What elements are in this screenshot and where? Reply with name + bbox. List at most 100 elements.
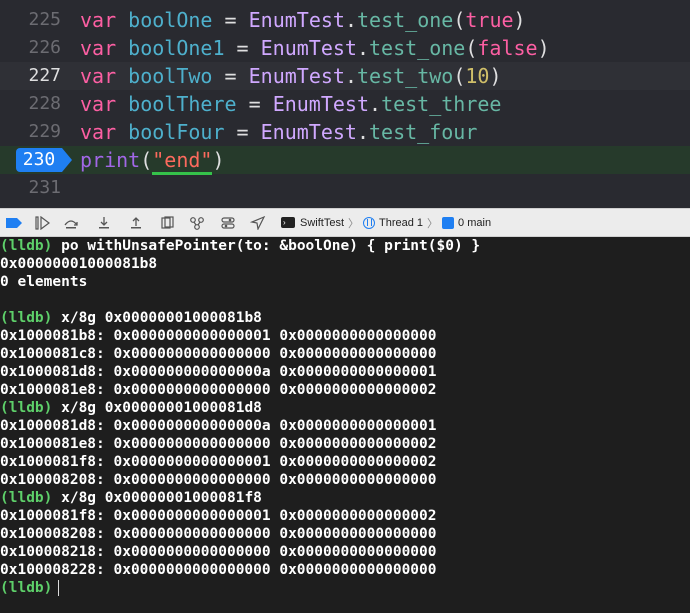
string-literal: "end" <box>152 148 213 175</box>
console-text: x/8g 0x00000001000081f8 <box>52 490 262 506</box>
paren-close: ) <box>513 8 526 32</box>
keyword-token: var <box>80 120 117 144</box>
member-name: test_one <box>369 36 466 60</box>
console-line: 0x1000081f8: 0x0000000000000001 0x000000… <box>0 507 437 525</box>
paren-open: ( <box>453 64 466 88</box>
console-text: 0x1000081e8: 0x0000000000000000 0x000000… <box>0 436 437 452</box>
keyword-token: var <box>80 92 117 116</box>
keyword-token: var <box>80 64 117 88</box>
step-out-icon[interactable] <box>127 214 145 232</box>
step-into-icon[interactable] <box>95 214 113 232</box>
memory-graph-icon[interactable] <box>188 214 206 232</box>
console-text: 0x1000081f8: 0x0000000000000001 0x000000… <box>0 508 437 524</box>
stack-frame-icon <box>442 216 455 229</box>
view-debugger-icon[interactable] <box>159 214 177 232</box>
type-name: EnumTest <box>248 64 345 88</box>
code-line-current[interactable]: 227 var boolTwo = EnumTest.test_two(10) <box>0 62 690 90</box>
variable-name: boolTwo <box>128 64 213 88</box>
console-line: 0x00000001000081b8 <box>0 255 157 273</box>
thread-icon <box>363 216 376 229</box>
console-text: 0x100008208: 0x0000000000000000 0x000000… <box>0 526 437 542</box>
code-line[interactable]: 225 var boolOne = EnumTest.test_one(true… <box>0 6 690 34</box>
environment-overrides-icon[interactable] <box>219 214 237 232</box>
operator-token: = <box>224 8 237 32</box>
console-text: x/8g 0x00000001000081d8 <box>52 400 262 416</box>
paren-open: ( <box>465 36 478 60</box>
step-over-icon[interactable] <box>62 214 80 232</box>
line-number[interactable]: 231 <box>0 174 61 202</box>
member-name: test_four <box>369 120 478 144</box>
keyword-token: var <box>80 36 117 60</box>
debug-console[interactable]: (lldb) po withUnsafePointer(to: &boolOne… <box>0 237 690 613</box>
console-line: 0x100008228: 0x0000000000000000 0x000000… <box>0 561 437 579</box>
line-number[interactable]: 225 <box>0 6 61 34</box>
continue-icon[interactable] <box>34 214 52 232</box>
breakpoints-toggle-icon[interactable] <box>5 214 23 232</box>
paren-open: ( <box>453 8 466 32</box>
lldb-prompt: (lldb) <box>0 238 53 254</box>
lldb-prompt: (lldb) <box>0 490 53 506</box>
code-text: print("end") <box>80 146 225 175</box>
simulate-location-icon[interactable] <box>249 214 267 232</box>
console-text: 0x1000081c8: 0x0000000000000000 0x000000… <box>0 346 437 362</box>
console-line: 0x1000081e8: 0x0000000000000000 0x000000… <box>0 381 437 399</box>
function-name: print <box>80 148 141 172</box>
console-text: 0x1000081f8: 0x0000000000000001 0x000000… <box>0 454 437 470</box>
line-number[interactable]: 227 <box>0 62 61 90</box>
console-text: 0x00000001000081b8 <box>0 256 158 272</box>
breakpoint-marker[interactable]: 230 <box>16 148 72 172</box>
breadcrumb-separator: 〉 <box>427 217 439 230</box>
source-editor[interactable]: 225 var boolOne = EnumTest.test_one(true… <box>0 0 690 208</box>
code-text: var boolOne = EnumTest.test_one(true) <box>80 6 526 34</box>
breadcrumb-frame[interactable]: 0 main <box>458 217 491 229</box>
line-number[interactable]: 226 <box>0 34 61 62</box>
console-text: 0x1000081d8: 0x000000000000000a 0x000000… <box>0 418 437 434</box>
operator-token: = <box>236 36 249 60</box>
keyword-token: var <box>80 8 117 32</box>
operator-token: = <box>248 92 261 116</box>
operator-token: = <box>236 120 249 144</box>
console-line: 0x100008208: 0x0000000000000000 0x000000… <box>0 471 437 489</box>
console-line: 0 elements <box>0 273 87 291</box>
dot-token: . <box>356 36 370 60</box>
code-line[interactable]: 228 var boolThere = EnumTest.test_three <box>0 90 690 118</box>
line-number[interactable]: 229 <box>0 118 61 146</box>
paren-close: ) <box>212 148 225 172</box>
dot-token: . <box>369 92 382 116</box>
console-text: 0x1000081b8: 0x0000000000000001 0x000000… <box>0 328 437 344</box>
paren-close: ) <box>537 36 550 60</box>
literal-arg: true <box>465 8 514 32</box>
code-text: var boolThere = EnumTest.test_three <box>80 90 501 118</box>
breadcrumb-thread[interactable]: Thread 1 <box>379 217 423 229</box>
lldb-prompt: (lldb) <box>0 400 53 416</box>
member-name: test_three <box>381 92 502 116</box>
line-number: 230 <box>22 149 56 170</box>
console-text: 0x1000081d8: 0x000000000000000a 0x000000… <box>0 364 437 380</box>
console-line: (lldb) x/8g 0x00000001000081b8 <box>0 309 262 327</box>
code-line-breakpoint[interactable]: 230 print("end") <box>0 146 690 175</box>
dot-token: . <box>344 8 357 32</box>
breadcrumb-target[interactable]: SwiftTest <box>300 217 344 229</box>
line-number[interactable]: 228 <box>0 90 61 118</box>
number-arg: 10 <box>465 64 490 88</box>
console-line: (lldb) po withUnsafePointer(to: &boolOne… <box>0 237 480 255</box>
variable-name: boolThere <box>128 92 237 116</box>
variable-name: boolFour <box>128 120 225 144</box>
console-input-line[interactable]: (lldb) <box>0 579 60 597</box>
console-text: x/8g 0x00000001000081b8 <box>52 310 262 326</box>
console-text: 0x100008218: 0x0000000000000000 0x000000… <box>0 544 437 560</box>
code-line[interactable]: 231 <box>0 174 690 202</box>
console-text: 0 elements <box>0 274 88 290</box>
code-line[interactable]: 226 var boolOne1 = EnumTest.test_one(fal… <box>0 34 690 62</box>
code-text: var boolTwo = EnumTest.test_two(10) <box>80 62 502 90</box>
type-name: EnumTest <box>260 36 357 60</box>
console-line: 0x100008208: 0x0000000000000000 0x000000… <box>0 525 437 543</box>
console-line: (lldb) x/8g 0x00000001000081f8 <box>0 489 262 507</box>
console-text: 0x1000081e8: 0x0000000000000000 0x000000… <box>0 382 437 398</box>
variable-name: boolOne <box>128 8 213 32</box>
dot-token: . <box>356 120 370 144</box>
console-text: po withUnsafePointer(to: &boolOne) { pri… <box>52 238 481 254</box>
paren-open: ( <box>140 148 153 172</box>
code-line[interactable]: 229 var boolFour = EnumTest.test_four <box>0 118 690 146</box>
member-name: test_two <box>356 64 454 88</box>
